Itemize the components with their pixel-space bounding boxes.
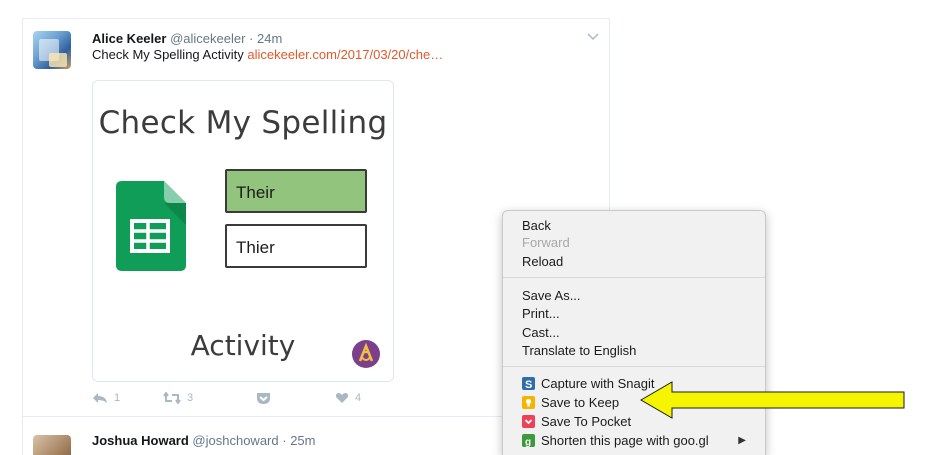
yellow-arrow-annotation — [640, 381, 905, 419]
